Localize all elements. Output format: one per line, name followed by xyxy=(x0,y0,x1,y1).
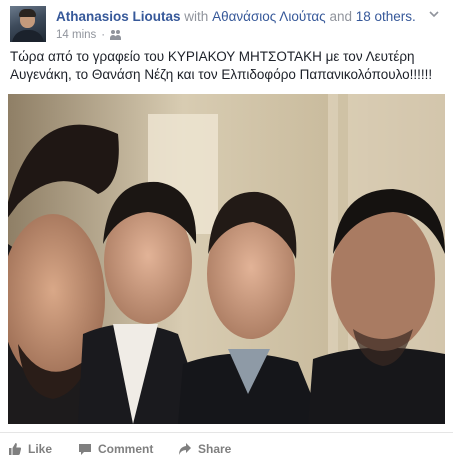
separator: · xyxy=(101,29,106,41)
comment-button[interactable]: Comment xyxy=(78,441,153,457)
post-photo[interactable] xyxy=(8,94,445,424)
group-selfie-image xyxy=(8,94,445,424)
share-label: Share xyxy=(198,442,232,456)
post-title-line: Athanasios Lioutas with Αθανάσιος Λιούτα… xyxy=(56,8,426,25)
author-name-link[interactable]: Athanasios Lioutas xyxy=(56,9,181,24)
thumbs-up-icon xyxy=(9,443,22,455)
author-avatar[interactable] xyxy=(10,6,46,42)
facebook-post: Athanasios Lioutas with Αθανάσιος Λιούτα… xyxy=(0,0,453,460)
and-text: and xyxy=(329,9,352,24)
timestamp-link[interactable]: 14 mins xyxy=(56,28,96,42)
with-text: with xyxy=(184,9,209,24)
share-button[interactable]: Share xyxy=(178,441,231,457)
chevron-down-icon[interactable] xyxy=(427,8,441,22)
post-text: Τώρα από το γραφείο του ΚΥΡΙΑΚΟΥ ΜΗΤΣΟΤΑ… xyxy=(10,49,433,82)
friends-icon[interactable] xyxy=(110,30,122,40)
share-arrow-icon xyxy=(179,443,191,455)
comment-label: Comment xyxy=(98,442,154,456)
post-meta: 14 mins · xyxy=(56,28,122,42)
post-header: Athanasios Lioutas with Αθανάσιος Λιούτα… xyxy=(10,6,443,42)
tagged-others-link[interactable]: 18 others. xyxy=(356,9,416,24)
comment-icon xyxy=(79,444,91,455)
like-label: Like xyxy=(28,442,53,456)
tagged-person-link[interactable]: Αθανάσιος Λιούτας xyxy=(212,9,326,24)
like-button[interactable]: Like xyxy=(8,441,52,457)
post-actions-bar: Like Comment Share xyxy=(0,432,453,461)
